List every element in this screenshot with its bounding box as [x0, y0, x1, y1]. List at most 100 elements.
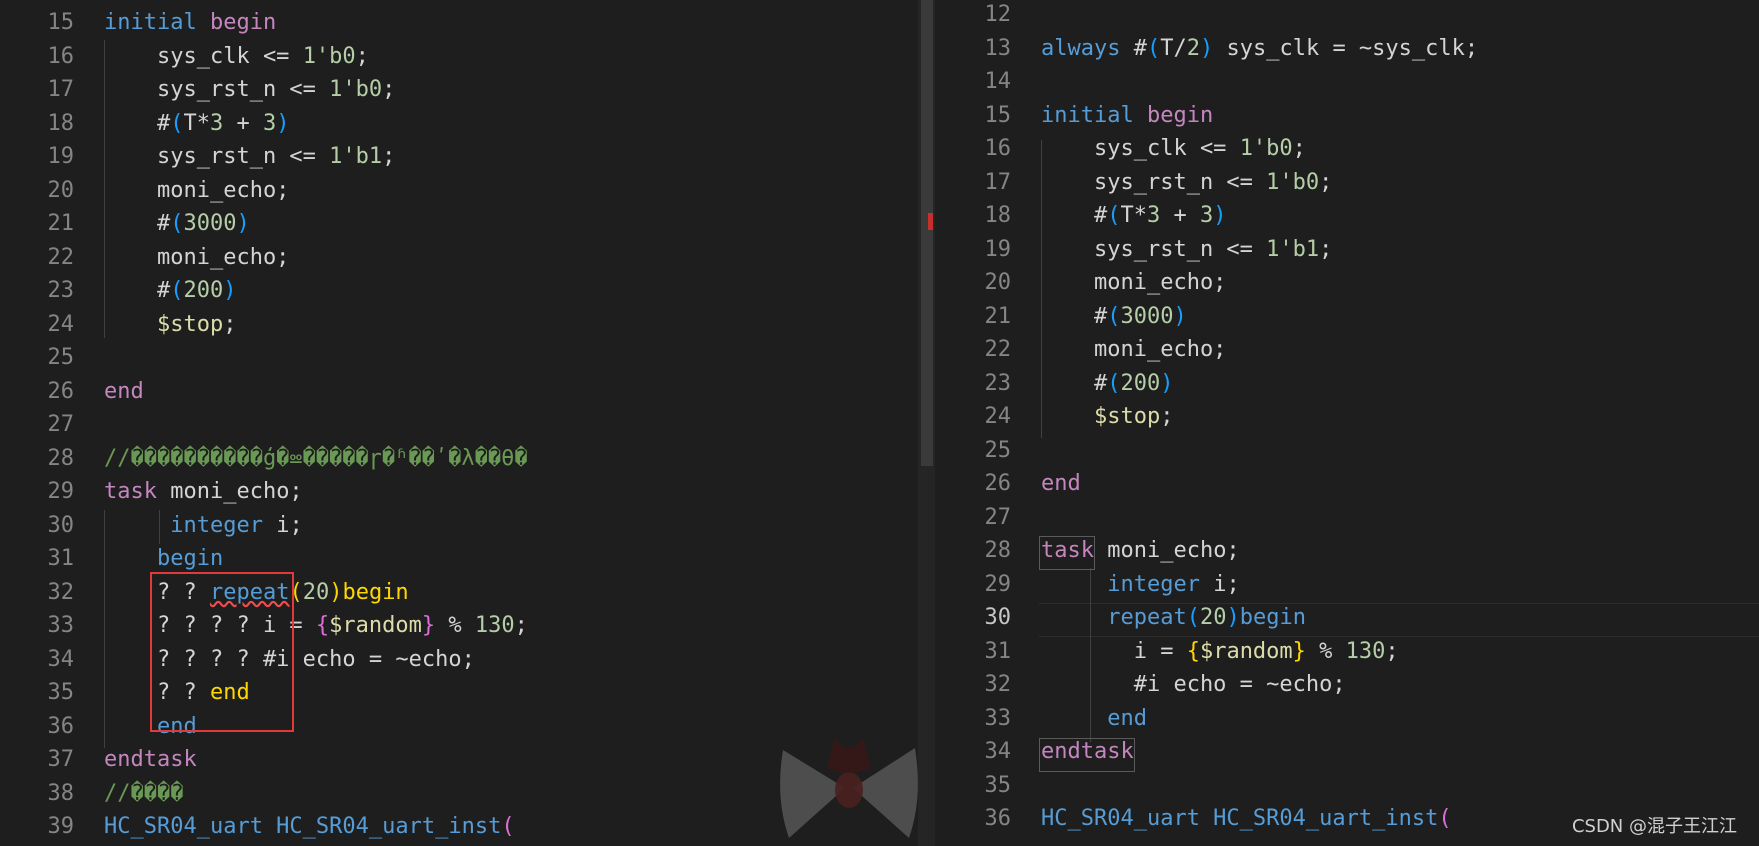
- code-token: begin: [209, 10, 277, 35]
- code-line[interactable]: 22 moni_echo;: [935, 333, 1759, 367]
- code-line[interactable]: 17 sys_rst_n <= 1'b0;: [935, 166, 1759, 200]
- code-text: task moni_echo;: [1041, 534, 1240, 568]
- code-token: (: [170, 278, 184, 303]
- code-token: ): [329, 579, 343, 605]
- code-text: $stop;: [104, 308, 236, 342]
- code-line[interactable]: 21 #(3000): [0, 207, 918, 241]
- code-line[interactable]: 23 #(200): [0, 274, 918, 308]
- code-line[interactable]: 34 endtask: [935, 735, 1759, 769]
- code-line[interactable]: 31 i = {$random} % 130;: [935, 635, 1759, 669]
- code-line[interactable]: 23 #(200): [935, 367, 1759, 401]
- code-token: always: [1041, 35, 1121, 61]
- code-line[interactable]: 29 task moni_echo;: [0, 475, 918, 509]
- code-text: #(T*3 + 3): [104, 107, 290, 141]
- line-number: 36: [47, 713, 75, 739]
- code-line[interactable]: 26 end: [0, 375, 918, 409]
- code-line[interactable]: 33 ? ? ? ? i = {$random} % 130;: [0, 609, 918, 643]
- code-line[interactable]: 30 integer i;: [0, 509, 918, 543]
- code-line[interactable]: 20 moni_echo;: [935, 266, 1759, 300]
- code-line[interactable]: 24 $stop;: [935, 400, 1759, 434]
- code-token: begin: [342, 579, 409, 605]
- code-token: begin: [1146, 102, 1214, 128]
- code-token: #: [1120, 35, 1147, 61]
- code-line[interactable]: 12: [935, 0, 1759, 32]
- code-line[interactable]: 32 ? ? repeat(20)begin: [0, 576, 918, 610]
- code-token: 1'b0: [1266, 169, 1320, 195]
- code-line[interactable]: 19 sys_rst_n <= 1'b1;: [935, 233, 1759, 267]
- code-line[interactable]: 28 task moni_echo;: [935, 534, 1759, 568]
- code-line[interactable]: 21 #(3000): [935, 300, 1759, 334]
- code-line[interactable]: 22 moni_echo;: [0, 241, 918, 275]
- code-token: 1'b0: [329, 77, 383, 102]
- line-number: 13: [984, 35, 1012, 61]
- code-line[interactable]: 15 initial begin: [0, 6, 918, 40]
- code-text: sys_clk <= 1'b0;: [104, 40, 369, 74]
- code-text: endtask: [1041, 735, 1134, 769]
- right-editor-pane[interactable]: 12 13 always #(T/2) sys_clk = ~sys_clk; 14 1…: [935, 0, 1759, 846]
- code-text: end: [104, 375, 144, 409]
- line-number: 34: [47, 646, 75, 672]
- code-line[interactable]: 26 end: [935, 467, 1759, 501]
- left-editor-pane[interactable]: 15 initial begin 16 sys_clk <= 1'b0; 17 sys…: [0, 0, 918, 846]
- line-number: 24: [47, 311, 75, 337]
- code-token: sys_rst_n <=: [1041, 236, 1267, 262]
- code-token: 2: [1186, 35, 1200, 61]
- line-number: 39: [47, 814, 75, 839]
- code-token: T*: [1120, 203, 1147, 228]
- code-token: +: [1160, 203, 1200, 228]
- code-token: endtask: [104, 747, 197, 772]
- code-line[interactable]: 17 sys_rst_n <= 1'b0;: [0, 73, 918, 107]
- code-line[interactable]: 32 #i echo = ~echo;: [935, 668, 1759, 702]
- code-token: ;: [355, 43, 369, 69]
- code-line[interactable]: 18 #(T*3 + 3): [0, 107, 918, 141]
- code-text: moni_echo;: [1041, 266, 1226, 300]
- code-line[interactable]: 19 sys_rst_n <= 1'b1;: [0, 140, 918, 174]
- code-line[interactable]: 20 moni_echo;: [0, 174, 918, 208]
- code-line[interactable]: 31 begin: [0, 542, 918, 576]
- line-number: 21: [47, 211, 75, 236]
- line-number: 21: [984, 303, 1012, 329]
- code-line[interactable]: 28 //����������ģ�ⳬ�����ɼ�ʱ��ʹ�λ��θ�: [0, 442, 918, 476]
- code-line[interactable]: 25: [0, 341, 918, 375]
- line-number: 36: [984, 806, 1012, 831]
- code-token: integer: [1107, 571, 1200, 597]
- code-token: moni_echo;: [156, 479, 303, 504]
- code-text: HC_SR04_uart HC_SR04_uart_inst(: [1041, 802, 1452, 836]
- code-line[interactable]: 16 sys_clk <= 1'b0;: [0, 40, 918, 74]
- code-line[interactable]: 18 #(T*3 + 3): [935, 199, 1759, 233]
- code-line[interactable]: 16 sys_clk <= 1'b0;: [935, 132, 1759, 166]
- line-number: 15: [984, 102, 1012, 128]
- code-line[interactable]: 27: [0, 408, 918, 442]
- code-line[interactable]: 27: [935, 501, 1759, 535]
- code-line[interactable]: 25: [935, 434, 1759, 468]
- code-token: (: [170, 211, 184, 236]
- code-line[interactable]: 14: [935, 65, 1759, 99]
- line-number: 35: [984, 772, 1012, 798]
- code-token: integer: [170, 512, 263, 538]
- code-line[interactable]: 13 always #(T/2) sys_clk = ~sys_clk;: [935, 32, 1759, 66]
- code-line[interactable]: 15 initial begin: [935, 99, 1759, 133]
- code-text: integer i;: [104, 509, 302, 543]
- bow-decoration-icon: [780, 738, 918, 838]
- code-line[interactable]: 24 $stop;: [0, 308, 918, 342]
- line-number: 27: [47, 412, 75, 437]
- code-line[interactable]: 30 repeat(20)begin: [935, 601, 1759, 635]
- code-text: //����������ģ�ⳬ�����ɼ�ʱ��ʹ�λ��θ�: [104, 442, 528, 476]
- line-number: 33: [47, 613, 75, 638]
- code-text: initial begin: [104, 6, 276, 40]
- vertical-scrollbar[interactable]: [918, 0, 935, 846]
- code-line[interactable]: 33 end: [935, 702, 1759, 736]
- scrollbar-thumb[interactable]: [921, 0, 933, 466]
- code-line[interactable]: 35: [935, 769, 1759, 803]
- code-token: #: [104, 211, 171, 236]
- code-line[interactable]: 29 integer i;: [935, 568, 1759, 602]
- code-text: moni_echo;: [1041, 333, 1226, 367]
- line-number: 37: [47, 747, 75, 772]
- code-line[interactable]: 34 ? ? ? ? #i echo = ~echo;: [0, 643, 918, 677]
- code-token: ): [1226, 605, 1240, 630]
- code-token: ): [1199, 35, 1214, 61]
- code-token: //����: [104, 780, 184, 806]
- code-line[interactable]: 35 ? ? end: [0, 676, 918, 710]
